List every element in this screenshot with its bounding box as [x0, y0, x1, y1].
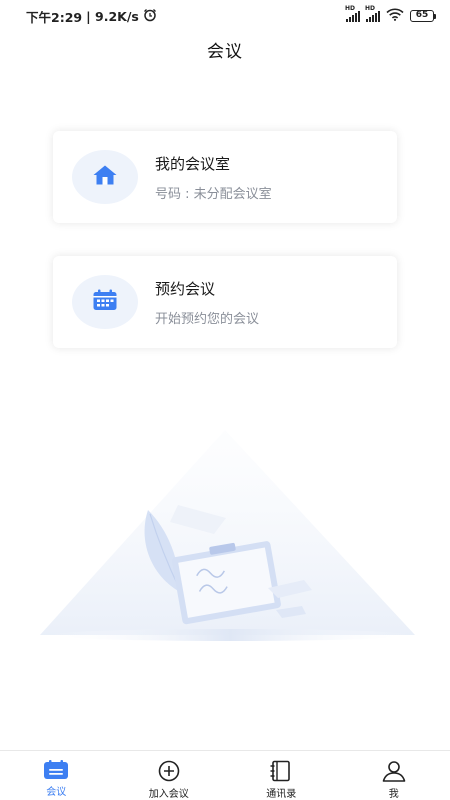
- schedule-meeting-card[interactable]: 预约会议 开始预约您的会议: [53, 256, 397, 348]
- status-bar: 下午2:29 | 9.2K/s HD HD 65: [0, 0, 450, 32]
- bottom-nav: 会议 加入会议 通讯录 我: [0, 750, 450, 800]
- tab-label: 我: [388, 789, 399, 800]
- status-time: 下午2:29: [26, 9, 83, 25]
- page-header: 会议: [0, 32, 450, 66]
- calendar-icon: [92, 289, 118, 315]
- card-title: 预约会议: [155, 279, 216, 298]
- tab-me[interactable]: 我: [338, 751, 450, 800]
- tab-meeting[interactable]: 会议: [0, 751, 113, 800]
- home-icon-badge: [72, 150, 138, 204]
- calendar-icon-badge: [72, 275, 138, 329]
- card-title: 我的会议室: [155, 154, 231, 173]
- battery-level: 65: [410, 10, 434, 22]
- tab-join-meeting[interactable]: 加入会议: [113, 751, 226, 800]
- tab-label: 会议: [46, 787, 67, 798]
- status-left: 下午2:29 | 9.2K/s: [26, 7, 157, 26]
- tab-label: 加入会议: [148, 789, 189, 800]
- plus-circle-icon: [156, 760, 182, 782]
- status-right: HD HD 65: [345, 5, 436, 24]
- signal-icon: HD: [345, 5, 360, 22]
- home-icon: [92, 164, 118, 190]
- card-subtitle: 号码 : 未分配会议室: [155, 186, 272, 202]
- contacts-icon: [268, 760, 294, 782]
- person-icon: [381, 760, 407, 782]
- empty-state-illustration: [30, 430, 420, 650]
- page-title: 会议: [207, 41, 243, 62]
- tab-label: 通讯录: [266, 789, 297, 800]
- wifi-icon: [386, 8, 404, 24]
- meeting-icon: [43, 760, 69, 780]
- signal-icon: HD: [365, 5, 380, 22]
- my-meeting-room-card[interactable]: 我的会议室 号码 : 未分配会议室: [53, 131, 397, 223]
- status-speed: | 9.2K/s: [86, 8, 139, 24]
- card-subtitle: 开始预约您的会议: [155, 311, 260, 327]
- tab-contacts[interactable]: 通讯录: [225, 751, 338, 800]
- alarm-icon: [143, 8, 157, 25]
- battery-icon: 65: [410, 10, 436, 22]
